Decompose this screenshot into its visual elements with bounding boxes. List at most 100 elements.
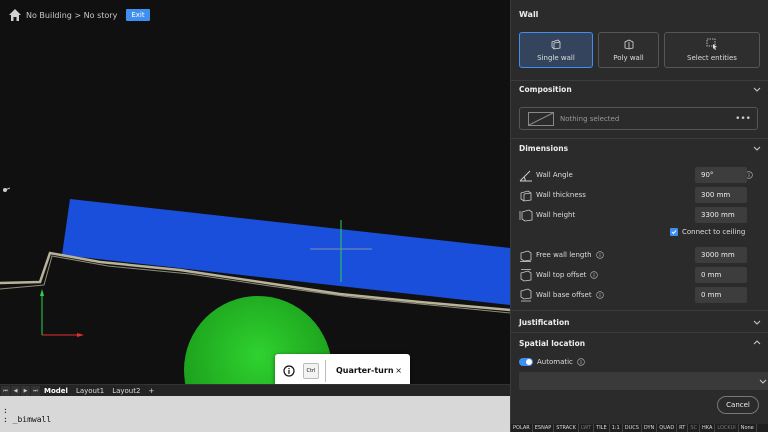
single-wall-label: Single wall xyxy=(537,54,575,62)
status-toggle-dyn[interactable]: DYN xyxy=(642,424,658,432)
app-root: No Building > No story Exit Ctrl Quarter… xyxy=(0,0,768,432)
wall-base-offset-input[interactable]: 0 mm xyxy=(695,287,747,303)
model-viewport[interactable]: No Building > No story Exit Ctrl Quarter… xyxy=(0,0,510,396)
last-tab-button[interactable]: ⏭ xyxy=(31,385,40,396)
tooltip-close-button[interactable]: × xyxy=(395,366,402,375)
wall-base-offset-icon xyxy=(520,288,532,302)
wall-top-offset-input[interactable]: 0 mm xyxy=(695,267,747,283)
divider xyxy=(511,332,768,333)
status-toggle-esnap[interactable]: ESNAP xyxy=(533,424,555,432)
chevron-down-icon xyxy=(753,146,761,151)
wall-height-icon xyxy=(519,209,533,222)
composition-title: Composition xyxy=(519,84,572,94)
tooltip-text: Quarter-turn xyxy=(336,366,394,375)
wall-thickness-input[interactable]: 300 mm xyxy=(695,187,747,203)
status-toggle-rt[interactable]: RT xyxy=(677,424,689,432)
status-toggle-quad[interactable]: QUAD xyxy=(657,424,678,432)
tab-model[interactable]: Model xyxy=(40,387,72,395)
info-icon[interactable] xyxy=(590,271,599,279)
wall-angle-input[interactable]: 90° xyxy=(695,167,747,183)
poly-wall-button[interactable]: Poly wall xyxy=(598,32,659,68)
checkbox-check-icon xyxy=(670,228,678,236)
info-icon[interactable] xyxy=(595,291,604,299)
info-icon[interactable] xyxy=(577,358,585,366)
chevron-down-icon xyxy=(753,320,761,325)
status-toggle-lwt[interactable]: LWT xyxy=(579,424,595,432)
automatic-toggle[interactable] xyxy=(519,358,533,366)
command-history-line: : xyxy=(3,406,8,415)
select-entities-icon xyxy=(706,38,717,50)
composition-placeholder: Nothing selected xyxy=(560,114,620,123)
breadcrumb-text[interactable]: No Building > No story xyxy=(26,11,117,20)
divider xyxy=(511,80,768,81)
status-toggle-sc[interactable]: SC xyxy=(688,424,701,432)
free-wall-length-input[interactable]: 3000 mm xyxy=(695,247,747,263)
wall-top-offset-label: Wall top offset xyxy=(536,271,587,279)
free-wall-length-label: Free wall length xyxy=(536,251,592,259)
poly-wall-icon xyxy=(624,39,633,50)
select-entities-label: Select entities xyxy=(687,54,737,62)
status-bar: POLAR ESNAP STRACK LWT TILE 1:1 DUCS DYN QUAD RT S… xyxy=(511,424,768,432)
command-current-line: : _bimwall xyxy=(3,415,52,424)
info-icon[interactable] xyxy=(595,251,604,259)
tab-layout2[interactable]: Layout2 xyxy=(108,387,144,395)
status-toggle-none[interactable]: None xyxy=(739,424,757,432)
home-icon[interactable] xyxy=(8,8,22,22)
status-toggle-ducs[interactable]: DUCS xyxy=(623,424,642,432)
prev-tab-button[interactable]: ◀ xyxy=(11,385,20,396)
spatial-location-dropdown[interactable] xyxy=(519,372,768,390)
spatial-location-header[interactable]: Spatial location xyxy=(511,336,768,350)
status-toggle-tile[interactable]: TILE xyxy=(594,424,610,432)
status-toggle-1-1[interactable]: 1:1 xyxy=(610,424,623,432)
poly-wall-label: Poly wall xyxy=(613,54,644,62)
breadcrumb: No Building > No story Exit xyxy=(8,8,150,22)
composition-preview-icon xyxy=(528,111,554,126)
scene-canvas[interactable] xyxy=(0,0,510,396)
add-layout-button[interactable]: + xyxy=(144,387,158,395)
cancel-button[interactable]: Cancel xyxy=(717,396,759,414)
ucs-axis-y-arrow xyxy=(40,289,44,296)
automatic-label: Automatic xyxy=(537,358,573,366)
quarter-turn-tooltip: Ctrl Quarter-turn × xyxy=(275,354,410,387)
wall-thickness-label: Wall thickness xyxy=(536,191,586,199)
wall-panel: Wall Single wall Poly wall Select entiti… xyxy=(510,0,768,432)
chevron-down-icon xyxy=(753,87,761,92)
layout-tabs-bar: ⏮ ◀ ▶ ⏭ Model Layout1 Layout2 + xyxy=(0,384,510,396)
wall-height-input[interactable]: 3300 mm xyxy=(695,207,747,223)
exit-button[interactable]: Exit xyxy=(126,9,150,21)
tooltip-divider xyxy=(325,359,326,382)
wall-angle-icon xyxy=(519,170,532,182)
chevron-down-icon xyxy=(759,379,767,384)
tab-layout1[interactable]: Layout1 xyxy=(72,387,108,395)
status-toggle-polar[interactable]: POLAR xyxy=(511,424,533,432)
wall-base-offset-label: Wall base offset xyxy=(536,291,592,299)
dimensions-header[interactable]: Dimensions xyxy=(511,141,768,155)
justification-title: Justification xyxy=(519,317,570,327)
justification-header[interactable]: Justification xyxy=(511,315,768,329)
command-line[interactable]: : : _bimwall xyxy=(0,396,510,432)
wall-angle-label: Wall Angle xyxy=(536,171,573,179)
status-toggle-strack[interactable]: STRACK xyxy=(554,424,579,432)
wall-thickness-icon xyxy=(520,190,532,202)
wall-top-offset-icon xyxy=(520,269,532,282)
next-tab-button[interactable]: ▶ xyxy=(21,385,30,396)
ctrl-key-badge: Ctrl xyxy=(303,362,319,379)
wall-mode-selector: Single wall Poly wall Select entities xyxy=(519,32,760,68)
composition-selector[interactable]: Nothing selected ••• xyxy=(519,107,758,130)
divider xyxy=(511,138,768,139)
composition-more-button[interactable]: ••• xyxy=(735,114,751,124)
status-toggle-hka[interactable]: HKA xyxy=(700,424,716,432)
wall-height-label: Wall height xyxy=(536,211,576,219)
status-toggle-lockui[interactable]: LOCKUI xyxy=(715,424,739,432)
chevron-up-icon xyxy=(753,340,761,345)
divider xyxy=(511,310,768,311)
ucs-axis-x-arrow xyxy=(77,333,84,337)
composition-header[interactable]: Composition xyxy=(511,82,768,96)
select-entities-button[interactable]: Select entities xyxy=(664,32,760,68)
connect-to-ceiling-checkbox[interactable]: Connect to ceiling xyxy=(670,228,745,236)
spatial-location-title: Spatial location xyxy=(519,338,586,348)
first-tab-button[interactable]: ⏮ xyxy=(1,385,10,396)
navigation-icon[interactable] xyxy=(2,186,10,194)
single-wall-button[interactable]: Single wall xyxy=(519,32,593,68)
free-wall-length-icon xyxy=(520,250,532,262)
